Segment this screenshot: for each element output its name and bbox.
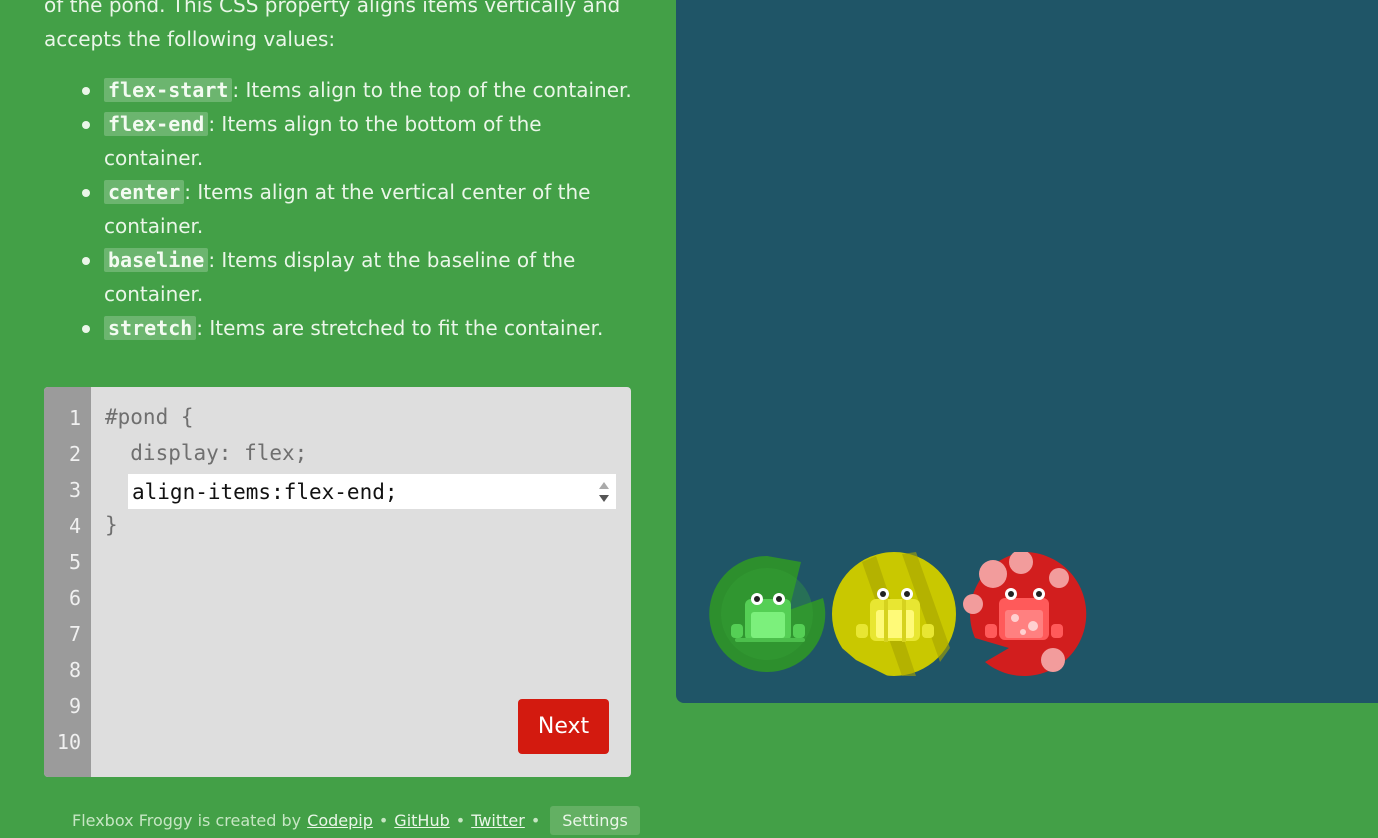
code-line-closing-brace: } <box>105 513 118 537</box>
values-list: flex-start: Items align to the top of th… <box>82 73 642 345</box>
red-frog-icon <box>963 552 1087 676</box>
answer-field[interactable] <box>128 474 616 509</box>
footer: Flexbox Froggy is created by Codepip • G… <box>72 804 640 836</box>
footer-separator: • <box>455 810 466 830</box>
line-number: 4 <box>68 514 81 538</box>
line-number-gutter: 1 2 3 4 5 6 7 8 9 10 <box>44 387 91 777</box>
keyword-flex-end: flex-end <box>104 112 209 136</box>
github-link[interactable]: GitHub <box>394 811 449 830</box>
line-number: 5 <box>68 550 81 574</box>
footer-separator: • <box>530 810 541 830</box>
list-item: baseline: Items display at the baseline … <box>82 243 642 311</box>
answer-input[interactable] <box>128 474 592 509</box>
settings-button[interactable]: Settings <box>550 805 640 835</box>
twitter-link[interactable]: Twitter <box>471 811 525 830</box>
code-editor: 1 2 3 4 5 6 7 8 9 10 #pond { display: fl… <box>44 387 631 777</box>
value-description: : Items align to the top of the containe… <box>232 78 632 102</box>
yellow-lilypad <box>832 552 956 676</box>
list-item: center: Items align at the vertical cent… <box>82 175 642 243</box>
keyword-flex-start: flex-start <box>104 78 233 102</box>
pond-board <box>676 0 1378 703</box>
keyword-stretch: stretch <box>104 316 197 340</box>
line-number: 7 <box>68 622 81 646</box>
line-number: 10 <box>56 730 81 754</box>
spinner-control[interactable] <box>592 474 616 509</box>
spinner-up-icon[interactable] <box>599 481 609 489</box>
line-number: 1 <box>68 406 81 430</box>
green-lilypad <box>705 552 829 676</box>
line-number: 3 <box>68 478 81 502</box>
line-number: 8 <box>68 658 81 682</box>
spinner-down-icon[interactable] <box>599 494 609 502</box>
next-button[interactable]: Next <box>518 699 609 754</box>
instructions-intro: of the pond. This CSS property aligns it… <box>44 0 621 51</box>
green-frog-icon <box>709 556 826 672</box>
red-lilypad <box>963 552 1087 676</box>
sidebar: of the pond. This CSS property aligns it… <box>0 0 676 838</box>
line-number: 6 <box>68 586 81 610</box>
codepip-link[interactable]: Codepip <box>307 811 373 830</box>
keyword-center: center <box>104 180 185 204</box>
code-line-selector: #pond { <box>105 405 194 429</box>
keyword-baseline: baseline <box>104 248 209 272</box>
code-line-display: display: flex; <box>105 441 308 465</box>
list-item: flex-end: Items align to the bottom of t… <box>82 107 642 175</box>
footer-separator: • <box>378 810 389 830</box>
yellow-frog-icon <box>832 552 956 676</box>
line-number: 9 <box>68 694 81 718</box>
list-item: stretch: Items are stretched to fit the … <box>82 311 642 345</box>
line-number: 2 <box>68 442 81 466</box>
footer-credit: Flexbox Froggy is created by <box>72 810 302 830</box>
list-item: flex-start: Items align to the top of th… <box>82 73 642 107</box>
value-description: : Items are stretched to fit the contain… <box>196 316 604 340</box>
